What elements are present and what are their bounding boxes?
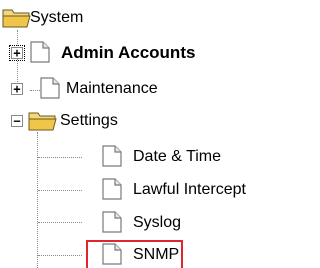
tree-node-label: Admin Accounts	[61, 43, 196, 62]
tree-node-label: Syslog	[133, 214, 182, 231]
folder-open-icon	[28, 112, 57, 131]
tree-node-lawful-intercept[interactable]: Lawful Intercept	[0, 177, 293, 203]
folder-open-icon	[2, 9, 31, 28]
document-icon	[102, 178, 122, 200]
document-icon	[40, 77, 60, 99]
tree-node-label: Lawful Intercept	[133, 181, 246, 198]
tree-node-maintenance[interactable]: + Maintenance	[0, 76, 293, 102]
document-icon	[102, 211, 122, 233]
tree-node-label: System	[30, 9, 84, 26]
expand-toggle[interactable]: +	[9, 45, 25, 61]
document-icon	[102, 145, 122, 167]
document-icon	[30, 41, 50, 63]
tree-node-snmp[interactable]: SNMP	[0, 240, 293, 268]
expand-toggle[interactable]: +	[11, 83, 23, 95]
navigation-tree: System + Admin Accounts + Maintenance − …	[0, 0, 293, 268]
collapse-toggle[interactable]: −	[11, 115, 23, 127]
tree-node-date-time[interactable]: Date & Time	[0, 144, 293, 170]
document-icon	[102, 243, 122, 265]
tree-node-label: Maintenance	[66, 80, 158, 97]
tree-node-label: Date & Time	[133, 148, 222, 165]
tree-node-label: SNMP	[133, 246, 180, 263]
tree-node-label: Settings	[60, 112, 118, 129]
tree-node-admin-accounts[interactable]: + Admin Accounts	[0, 40, 293, 66]
tree-node-settings[interactable]: − Settings	[0, 108, 293, 134]
tree-node-syslog[interactable]: Syslog	[0, 210, 293, 236]
tree-node-system[interactable]: System	[0, 6, 150, 30]
